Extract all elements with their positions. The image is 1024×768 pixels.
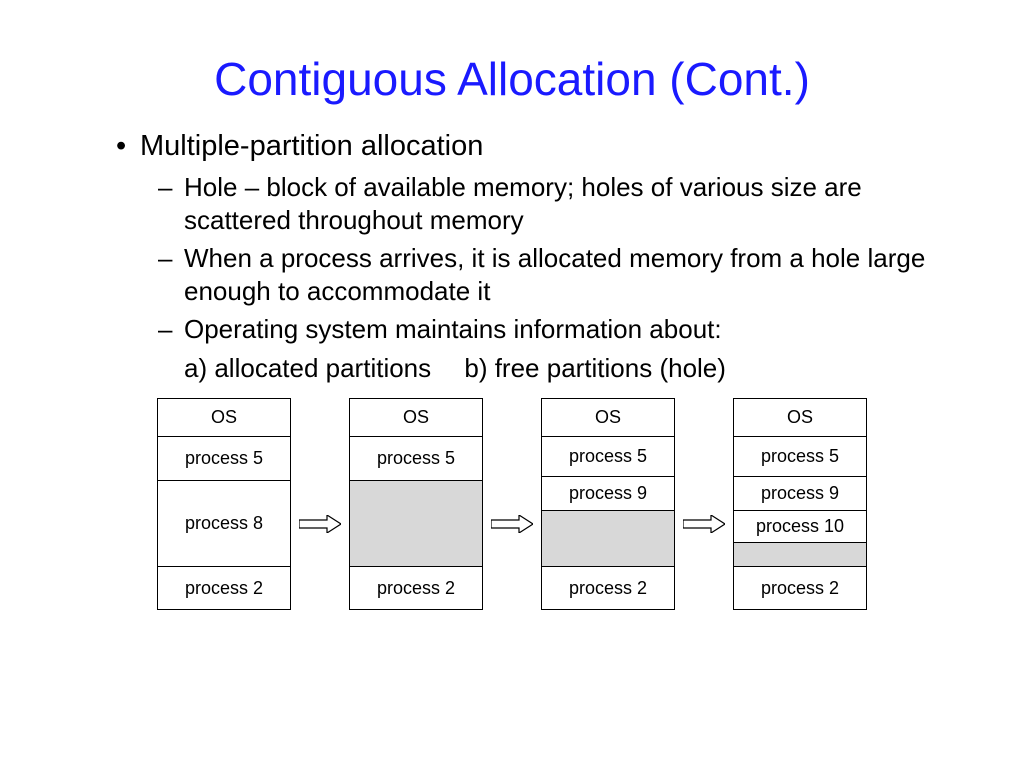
cell-process8: process 8 <box>158 481 290 567</box>
arrow-icon <box>683 515 725 533</box>
cell-process2: process 2 <box>350 567 482 609</box>
cell-process5: process 5 <box>734 437 866 477</box>
cell-hole <box>734 543 866 567</box>
bullet-sub-3: Operating system maintains information a… <box>108 313 964 346</box>
cell-hole <box>542 511 674 567</box>
arrow-icon <box>491 515 533 533</box>
cell-os: OS <box>734 399 866 437</box>
memory-diagram: OS process 5 process 8 process 2 OS proc… <box>0 398 1024 610</box>
cell-process5: process 5 <box>542 437 674 477</box>
memory-block-1: OS process 5 process 8 process 2 <box>157 398 291 610</box>
memory-block-4: OS process 5 process 9 process 10 proces… <box>733 398 867 610</box>
content-area: Multiple-partition allocation Hole – blo… <box>0 130 1024 384</box>
cell-process2: process 2 <box>734 567 866 609</box>
memory-block-3: OS process 5 process 9 process 2 <box>541 398 675 610</box>
cell-process5: process 5 <box>158 437 290 481</box>
cell-process5: process 5 <box>350 437 482 481</box>
cell-process10: process 10 <box>734 511 866 543</box>
arrow-icon <box>299 515 341 533</box>
cell-os: OS <box>350 399 482 437</box>
cell-process9: process 9 <box>542 477 674 511</box>
cell-hole <box>350 481 482 567</box>
cell-os: OS <box>158 399 290 437</box>
bullet-main: Multiple-partition allocation <box>108 130 964 163</box>
page-title: Contiguous Allocation (Cont.) <box>0 0 1024 130</box>
bullet-sub-1: Hole – block of available memory; holes … <box>108 171 964 236</box>
memory-block-2: OS process 5 process 2 <box>349 398 483 610</box>
cell-process2: process 2 <box>542 567 674 609</box>
cell-process2: process 2 <box>158 567 290 609</box>
cell-os: OS <box>542 399 674 437</box>
cell-process9: process 9 <box>734 477 866 511</box>
bullet-sub-3-line2: a) allocated partitions b) free partitio… <box>108 352 964 385</box>
bullet-sub-2: When a process arrives, it is allocated … <box>108 242 964 307</box>
